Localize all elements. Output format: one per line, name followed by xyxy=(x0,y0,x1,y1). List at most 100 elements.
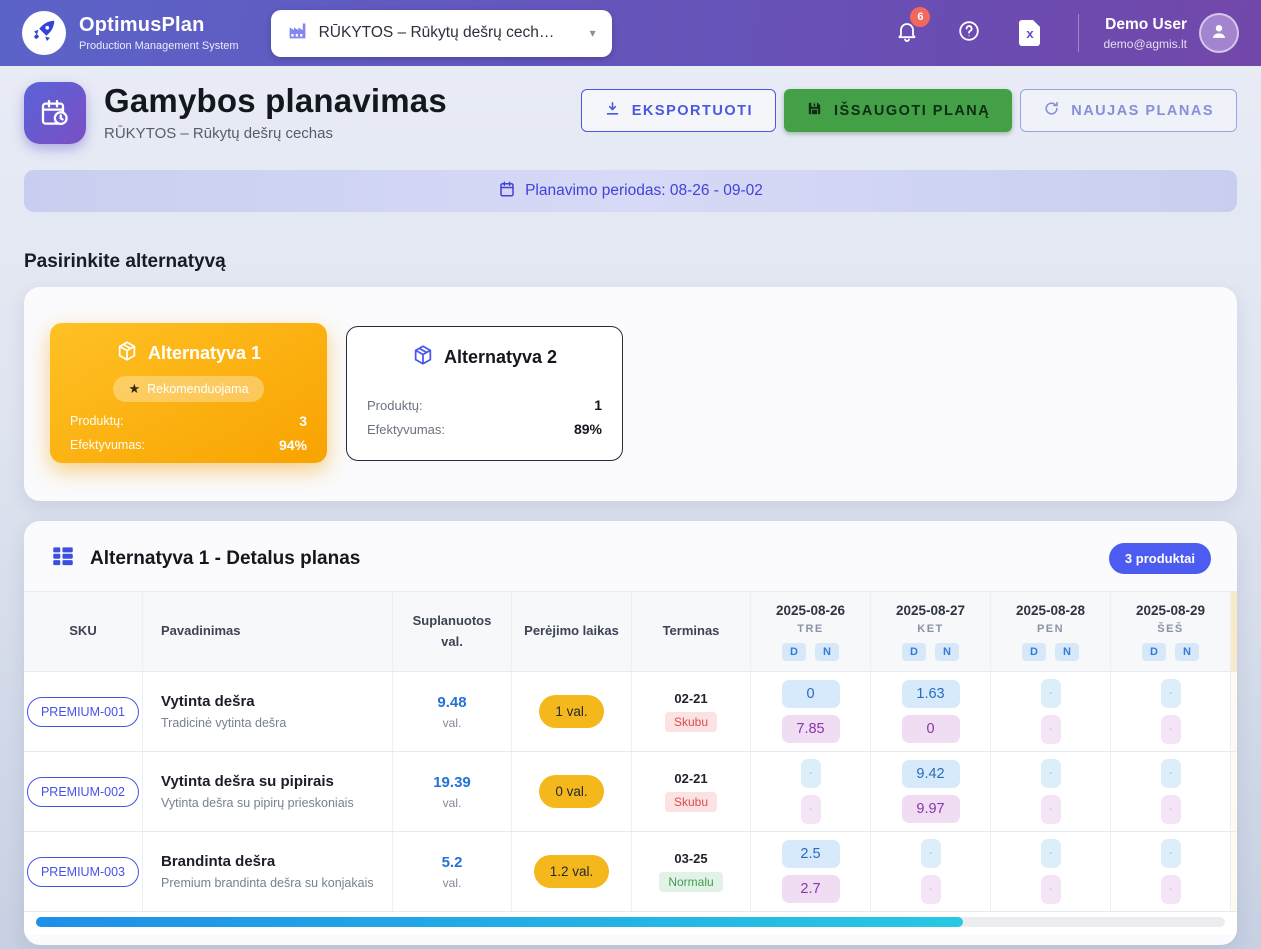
planned-hours: 19.39 xyxy=(433,774,471,791)
night-shift-value[interactable]: - xyxy=(1161,795,1181,824)
day-shift-value[interactable]: - xyxy=(1041,839,1061,868)
excel-file-icon: x xyxy=(1019,20,1040,46)
day-shift-value[interactable]: - xyxy=(1041,679,1061,708)
sku-pill[interactable]: PREMIUM-003 xyxy=(27,857,139,887)
sku-pill[interactable]: PREMIUM-002 xyxy=(27,777,139,807)
detailed-plan-panel: Alternatyva 1 - Detalus planas 3 produkt… xyxy=(24,521,1237,945)
night-shift-value[interactable]: 0 xyxy=(902,715,960,743)
products-value: 3 xyxy=(299,413,307,429)
day-shift-value[interactable]: - xyxy=(1161,839,1181,868)
hours-unit: val. xyxy=(443,796,462,810)
night-shift-value[interactable]: - xyxy=(1041,715,1061,744)
date-column-header: 2025-08-29 ŠEŠ D N xyxy=(1111,592,1231,671)
export-button[interactable]: EKSPORTUOTI xyxy=(581,89,776,132)
date-label: 2025-08-27 xyxy=(896,603,965,618)
alternative-card-2[interactable]: Alternatyva 2 Produktų: 1 Efektyvumas: 8… xyxy=(346,326,623,461)
col-name: Pavadinimas xyxy=(161,621,241,641)
weekend-cell-partial xyxy=(1231,832,1237,911)
day-shift-value[interactable]: - xyxy=(801,759,821,788)
factory-icon xyxy=(287,20,308,46)
alternative-card-1[interactable]: Alternatyva 1 ★ Rekomenduojama Produktų:… xyxy=(50,323,327,463)
brand-name: OptimusPlan xyxy=(79,14,239,37)
plan-table: SKU Pavadinimas Suplanuotos val. Perėjim… xyxy=(24,591,1237,912)
night-shift-value[interactable]: - xyxy=(1161,875,1181,904)
weekend-column-partial xyxy=(1231,592,1237,671)
alternatives-panel: Alternatyva 1 ★ Rekomenduojama Produktų:… xyxy=(24,287,1237,501)
sku-pill[interactable]: PREMIUM-001 xyxy=(27,697,139,727)
weekday-label: KET xyxy=(917,623,944,635)
refresh-icon xyxy=(1043,100,1060,121)
alternative-2-title: Alternatyva 2 xyxy=(444,347,557,368)
priority-badge: Skubu xyxy=(665,712,717,732)
planned-hours: 9.48 xyxy=(437,694,466,711)
planning-period-text: Planavimo periodas: 08-26 - 09-02 xyxy=(525,182,763,200)
table-header-row: SKU Pavadinimas Suplanuotos val. Perėjim… xyxy=(24,592,1237,672)
day-shift-value[interactable]: - xyxy=(1161,679,1181,708)
workshop-selector[interactable]: RŪKYTOS – Rūkytų dešrų cech… ▾ xyxy=(271,10,612,57)
page-header: Gamybos planavimas RŪKYTOS – Rūkytų dešr… xyxy=(24,82,1237,144)
night-shift-chip: N xyxy=(815,643,839,661)
scrollbar-track[interactable] xyxy=(36,917,1225,927)
user-name: Demo User xyxy=(1103,16,1187,34)
hours-unit: val. xyxy=(443,876,462,890)
plan-title: Alternatyva 1 - Detalus planas xyxy=(90,548,360,570)
night-shift-chip: N xyxy=(1055,643,1079,661)
night-shift-value[interactable]: 9.97 xyxy=(902,795,960,823)
day-shift-value[interactable]: 1.63 xyxy=(902,680,960,708)
help-icon xyxy=(957,19,981,48)
excel-export-button[interactable]: x xyxy=(1019,20,1040,46)
night-shift-value[interactable]: - xyxy=(1041,875,1061,904)
day-shift-value[interactable]: - xyxy=(921,839,941,868)
excel-letter: x xyxy=(1026,26,1033,41)
table-row: PREMIUM-003 Brandinta dešra Premium bran… xyxy=(24,832,1237,912)
day-shift-value[interactable]: 2.5 xyxy=(782,840,840,868)
night-shift-value[interactable]: - xyxy=(1041,795,1061,824)
products-label: Produktų: xyxy=(70,414,124,428)
recommended-badge: ★ Rekomenduojama xyxy=(113,376,263,402)
calendar-clock-icon xyxy=(24,82,86,144)
user-info: Demo User demo@agmis.lt xyxy=(1103,16,1187,51)
product-description: Premium brandinta dešra su konjakais xyxy=(161,876,374,890)
product-description: Tradicinė vytinta dešra xyxy=(161,716,286,730)
page-title: Gamybos planavimas xyxy=(104,82,447,120)
date-label: 2025-08-29 xyxy=(1136,603,1205,618)
new-plan-button[interactable]: NAUJAS PLANAS xyxy=(1020,89,1237,132)
calendar-icon xyxy=(498,180,516,203)
notifications-button[interactable]: 6 xyxy=(895,19,919,48)
efficiency-value: 94% xyxy=(279,437,307,453)
priority-badge: Normalu xyxy=(659,872,722,892)
day-shift-value[interactable]: 9.42 xyxy=(902,760,960,788)
weekday-label: ŠEŠ xyxy=(1157,623,1184,635)
night-shift-value[interactable]: 2.7 xyxy=(782,875,840,903)
night-shift-chip: N xyxy=(1175,643,1199,661)
day-shift-value[interactable]: - xyxy=(1161,759,1181,788)
user-avatar[interactable] xyxy=(1199,13,1239,53)
table-row: PREMIUM-001 Vytinta dešra Tradicinė vyti… xyxy=(24,672,1237,752)
user-email: demo@agmis.lt xyxy=(1103,37,1187,51)
night-shift-value[interactable]: - xyxy=(801,795,821,824)
night-shift-value[interactable]: - xyxy=(921,875,941,904)
product-name: Brandinta dešra xyxy=(161,853,275,870)
scrollbar-thumb[interactable] xyxy=(36,917,963,927)
deadline-date: 03-25 xyxy=(674,851,707,866)
chevron-down-icon: ▾ xyxy=(590,26,596,40)
plan-header: Alternatyva 1 - Detalus planas 3 produkt… xyxy=(24,521,1237,591)
night-shift-value[interactable]: - xyxy=(1161,715,1181,744)
day-shift-chip: D xyxy=(782,643,806,661)
save-plan-button[interactable]: IŠSAUGOTI PLANĄ xyxy=(784,89,1012,132)
night-shift-chip: N xyxy=(935,643,959,661)
changeover-pill: 0 val. xyxy=(539,775,603,808)
top-navigation-bar: OptimusPlan Production Management System… xyxy=(0,0,1261,66)
table-list-icon xyxy=(50,543,76,574)
table-row: PREMIUM-002 Vytinta dešra su pipirais Vy… xyxy=(24,752,1237,832)
day-shift-value[interactable]: - xyxy=(1041,759,1061,788)
changeover-pill: 1 val. xyxy=(539,695,603,728)
workshop-selector-value: RŪKYTOS – Rūkytų dešrų cech… xyxy=(319,24,579,42)
changeover-pill: 1.2 val. xyxy=(534,855,610,888)
night-shift-value[interactable]: 7.85 xyxy=(782,715,840,743)
priority-badge: Skubu xyxy=(665,792,717,812)
product-count-badge: 3 produktai xyxy=(1109,543,1211,574)
day-shift-value[interactable]: 0 xyxy=(782,680,840,708)
date-label: 2025-08-28 xyxy=(1016,603,1085,618)
help-button[interactable] xyxy=(957,19,981,48)
